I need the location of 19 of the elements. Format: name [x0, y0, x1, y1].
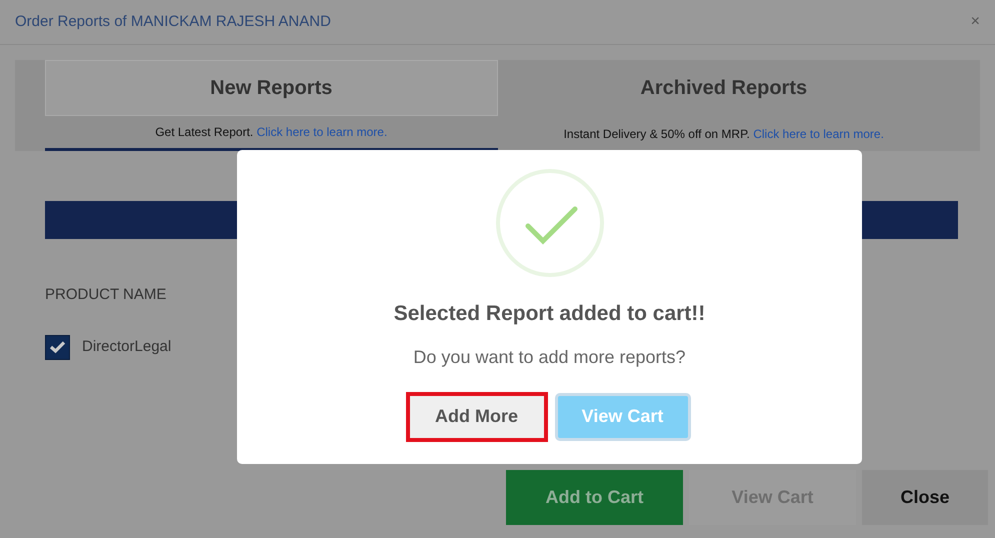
learn-more-link[interactable]: Click here to learn more.: [256, 125, 388, 139]
check-circle-icon: [494, 168, 604, 278]
product-name: DirectorLegal: [82, 336, 172, 357]
checkbox[interactable]: [45, 334, 70, 360]
check-icon: [49, 340, 66, 354]
dialog-title: Order Reports of MANICKAM RAJESH ANAND: [15, 12, 331, 32]
learn-more-link[interactable]: Click here to learn more.: [753, 126, 884, 140]
success-message: Selected Report added to cart!!: [394, 301, 706, 327]
tab[interactable]: Archived Reports: [498, 60, 950, 116]
tab-description: Get Latest Report. Click here to learn more.: [155, 124, 388, 141]
view-cart-button[interactable]: View Cart: [554, 392, 690, 440]
close-button[interactable]: Close: [862, 470, 988, 525]
question-text: Do you want to add more reports?: [413, 346, 686, 369]
tab-description: Instant Delivery & 50% off on MRP. Click here to learn more.: [564, 126, 884, 142]
close-button[interactable]: ×: [970, 14, 980, 30]
column-header: PRODUCT NAME: [45, 285, 166, 305]
add-more-button[interactable]: Add More: [408, 394, 544, 438]
tab[interactable]: New Reports: [45, 60, 498, 116]
add-to-cart-button[interactable]: Add to Cart: [506, 470, 683, 525]
